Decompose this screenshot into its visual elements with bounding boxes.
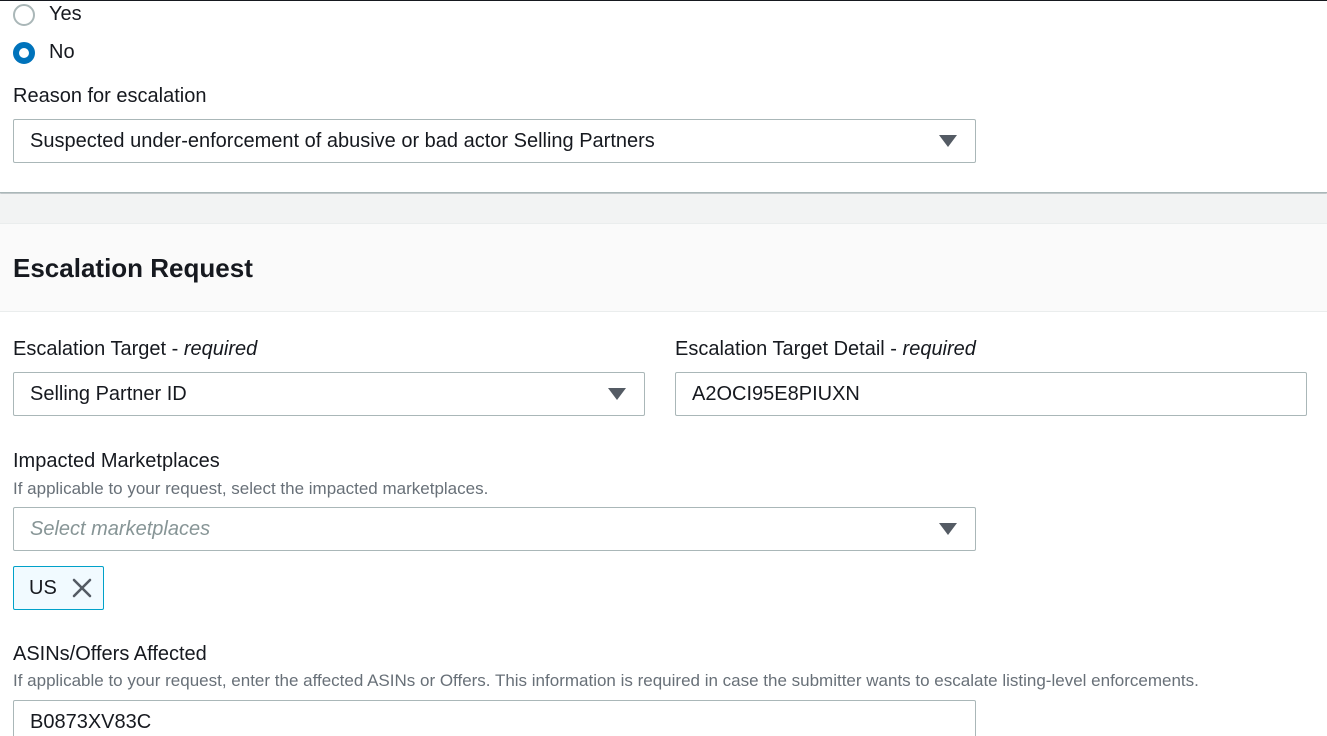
radio-option-no[interactable]: No (13, 41, 75, 64)
target-label: Escalation Target - required (13, 338, 258, 360)
asins-input[interactable]: B0873XV83C (13, 700, 976, 736)
marketplaces-multiselect[interactable]: Select marketplaces (13, 507, 976, 551)
section-gap (0, 194, 1327, 223)
target-detail-value: A2OCI95E8PIUXN (692, 382, 860, 405)
close-icon[interactable] (71, 577, 93, 599)
top-divider (0, 0, 1327, 1)
target-detail-input[interactable]: A2OCI95E8PIUXN (675, 372, 1307, 416)
target-detail-label-text: Escalation Target Detail (675, 338, 885, 360)
reason-label: Reason for escalation (13, 85, 207, 107)
target-select[interactable]: Selling Partner ID (13, 372, 645, 416)
radio-yes-icon[interactable] (13, 3, 35, 26)
asins-label: ASINs/Offers Affected (13, 643, 207, 665)
radio-option-yes[interactable]: Yes (13, 3, 82, 26)
target-detail-label: Escalation Target Detail - required (675, 338, 976, 360)
radio-no-label: No (49, 41, 75, 63)
caret-down-icon (939, 523, 957, 535)
token-label: US (29, 576, 57, 599)
target-label-text: Escalation Target (13, 338, 167, 360)
marketplaces-label: Impacted Marketplaces (13, 450, 220, 472)
asins-hint: If applicable to your request, enter the… (13, 671, 1199, 690)
reason-select-value: Suspected under-enforcement of abusive o… (30, 129, 655, 152)
radio-yes-label: Yes (49, 3, 82, 25)
target-select-value: Selling Partner ID (30, 382, 187, 405)
section-title: Escalation Request (13, 253, 253, 283)
marketplaces-placeholder: Select marketplaces (30, 517, 211, 540)
asins-value: B0873XV83C (30, 710, 152, 733)
reason-select[interactable]: Suspected under-enforcement of abusive o… (13, 119, 976, 163)
caret-down-icon (939, 135, 957, 147)
marketplaces-hint: If applicable to your request, select th… (13, 479, 489, 498)
radio-no-icon[interactable] (13, 41, 35, 64)
marketplace-token-us: US (13, 566, 104, 610)
caret-down-icon (608, 388, 626, 400)
target-required-text: required (183, 338, 258, 360)
target-detail-required-text: required (902, 338, 976, 360)
